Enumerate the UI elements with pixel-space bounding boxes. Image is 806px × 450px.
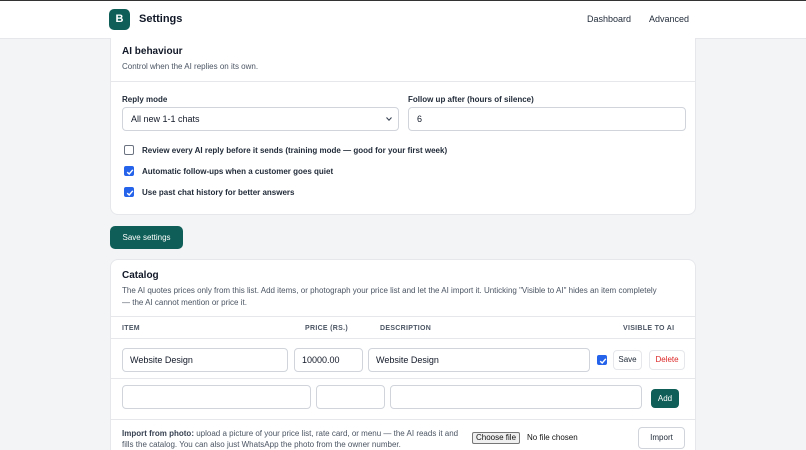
import-from-photo-text: Import from photo: upload a picture of y…: [122, 428, 462, 450]
app-logo: B: [109, 9, 130, 30]
new-item-description-input[interactable]: [390, 385, 642, 409]
new-item-price-input[interactable]: [316, 385, 385, 409]
chat-history-label: Use past chat history for better answers: [142, 188, 295, 197]
import-button[interactable]: Import: [638, 427, 685, 449]
ai-behaviour-title: AI behaviour: [122, 46, 183, 57]
auto-follow-ups-label: Automatic follow-ups when a customer goe…: [142, 167, 334, 176]
catalog-description: The AI quotes prices only from this list…: [122, 286, 657, 307]
item-name-input[interactable]: Website Design: [122, 348, 288, 372]
divider: [111, 316, 695, 317]
save-row-button[interactable]: Save: [613, 350, 642, 370]
column-description: DESCRIPTION: [380, 325, 432, 332]
checkmark-icon: [599, 358, 607, 365]
import-lead: Import from photo:: [122, 429, 194, 438]
catalog-title: Catalog: [122, 270, 159, 281]
nav-advanced[interactable]: Advanced: [649, 14, 689, 24]
follow-up-label: Follow up after (hours of silence): [408, 95, 534, 104]
top-bar: B Settings Dashboard Advanced: [0, 0, 806, 39]
chat-history-checkbox[interactable]: [124, 187, 134, 197]
visible-to-ai-checkbox[interactable]: [597, 355, 607, 365]
reply-mode-label: Reply mode: [122, 95, 168, 104]
checkmark-icon: [126, 169, 134, 176]
divider: [111, 338, 695, 339]
review-replies-label: Review every AI reply before it sends (t…: [142, 146, 448, 155]
add-item-button[interactable]: Add: [651, 389, 679, 408]
reply-mode-value: All new 1-1 chats: [131, 114, 200, 124]
item-price-input[interactable]: 10000.00: [294, 348, 363, 372]
file-status: No file chosen: [527, 433, 578, 442]
divider: [111, 81, 695, 82]
save-settings-button[interactable]: Save settings: [110, 226, 183, 249]
reply-mode-select[interactable]: All new 1-1 chats: [122, 107, 399, 131]
chevron-down-icon: [386, 117, 392, 122]
item-description-input[interactable]: Website Design: [368, 348, 590, 372]
delete-row-button[interactable]: Delete: [649, 350, 685, 370]
choose-file-button[interactable]: Choose file: [472, 432, 521, 444]
divider: [111, 419, 695, 420]
column-item: ITEM: [122, 325, 140, 332]
auto-follow-ups-checkbox[interactable]: [124, 166, 134, 176]
new-item-name-input[interactable]: [122, 385, 311, 409]
ai-behaviour-subtitle: Control when the AI replies on its own.: [122, 62, 259, 71]
nav-dashboard[interactable]: Dashboard: [587, 14, 631, 24]
column-price: PRICE (RS.): [305, 325, 348, 332]
review-replies-checkbox[interactable]: [124, 145, 134, 155]
divider: [111, 378, 695, 379]
column-visible: VISIBLE TO AI: [623, 325, 675, 332]
checkmark-icon: [126, 190, 134, 197]
follow-up-hours-input[interactable]: 6: [408, 107, 686, 131]
page-title: Settings: [139, 13, 183, 25]
catalog-card: Catalog The AI quotes prices only from t…: [110, 259, 696, 450]
ai-behaviour-card: AI behaviour Control when the AI replies…: [110, 38, 696, 215]
